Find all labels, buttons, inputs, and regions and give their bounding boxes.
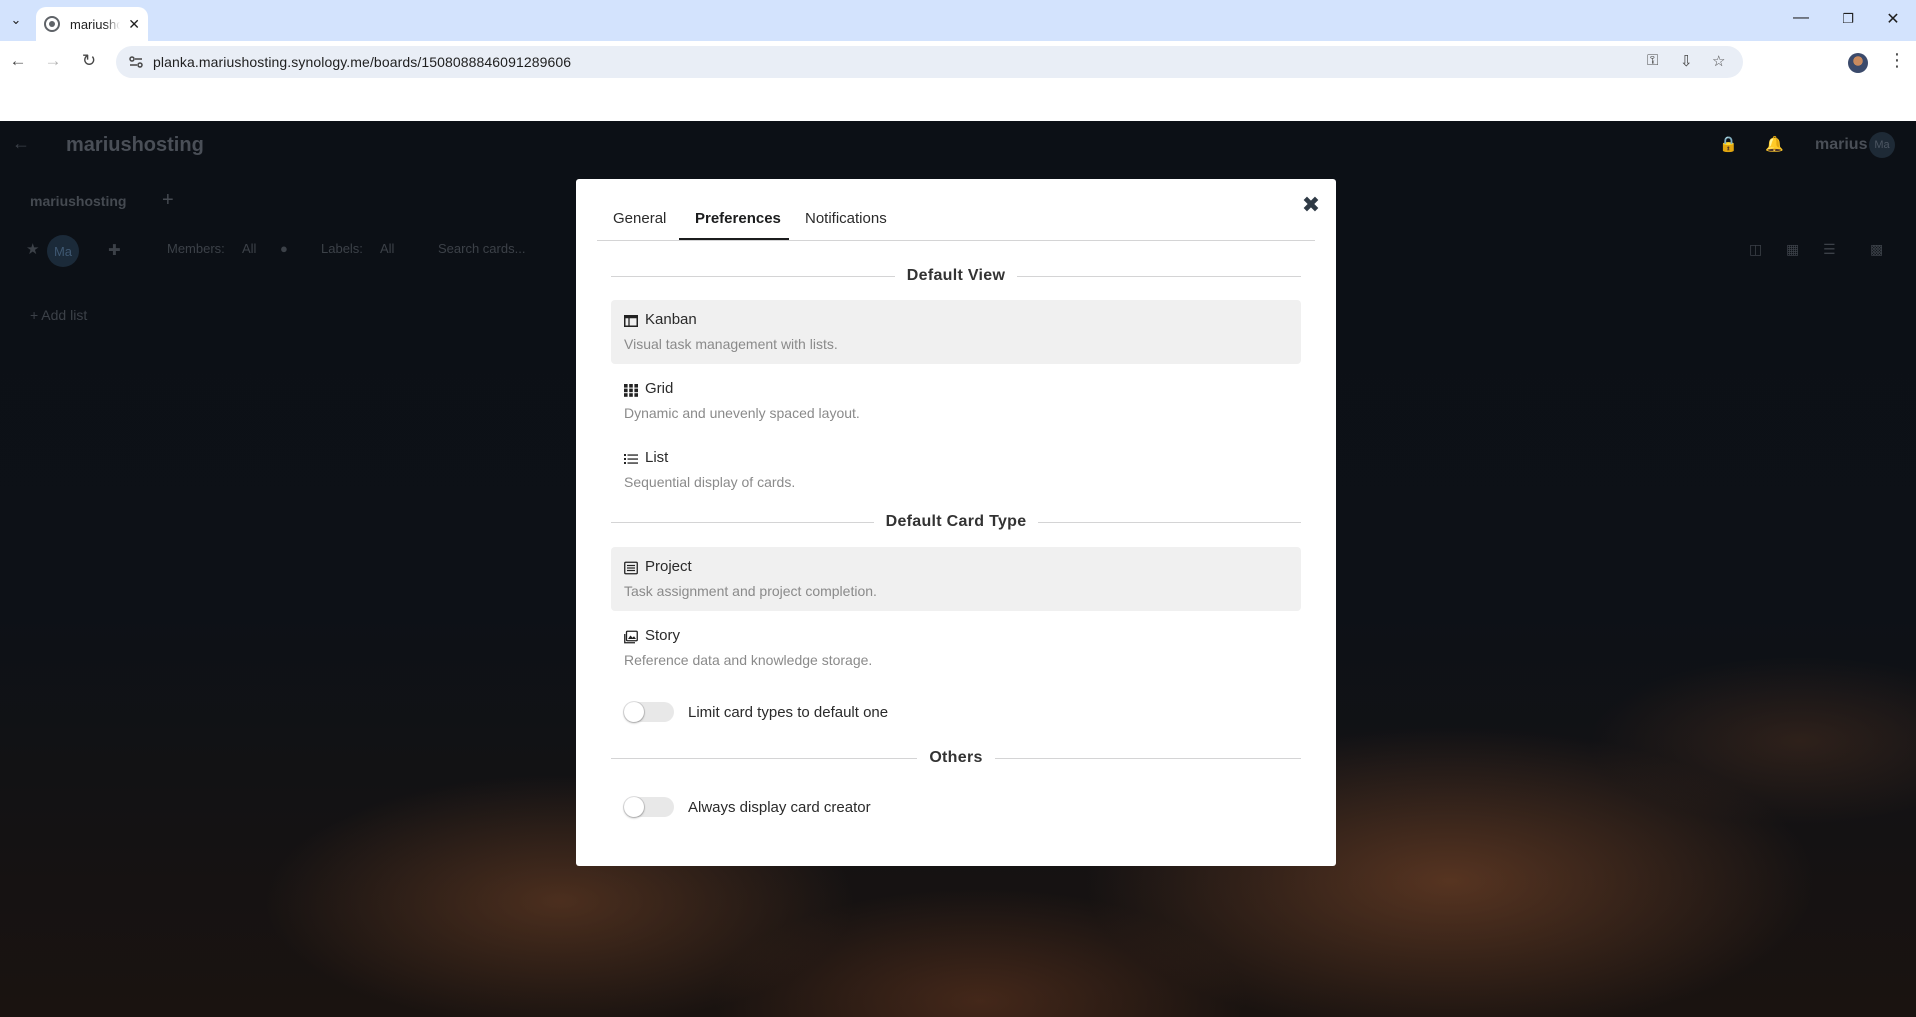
kebab-menu-icon[interactable]: ⋮: [1888, 50, 1906, 71]
option-title: Project: [645, 558, 692, 575]
toggle-label[interactable]: Limit card types to default one: [688, 704, 888, 721]
tab-search-chevron-icon[interactable]: ⌄: [4, 8, 28, 32]
section-divider-default-view: Default View: [611, 266, 1302, 286]
option-description: Sequential display of cards.: [624, 474, 796, 490]
members-filter-value[interactable]: All: [242, 241, 256, 256]
forward-arrow-icon[interactable]: →: [42, 50, 64, 72]
kanban-view-icon[interactable]: ◫: [1749, 241, 1762, 258]
project-title[interactable]: mariushosting: [66, 134, 204, 157]
add-list-button[interactable]: + Add list: [30, 307, 87, 323]
section-title: Others: [929, 749, 983, 766]
section-divider-default-card-type: Default Card Type: [611, 512, 1302, 532]
view-option-list[interactable]: List Sequential display of cards.: [611, 438, 1301, 502]
modal-tabs: General Preferences Notifications: [597, 200, 1315, 241]
install-app-icon[interactable]: ⇩: [1680, 52, 1693, 70]
list-view-icon[interactable]: ☰: [1823, 241, 1836, 258]
kanban-icon: [624, 315, 638, 327]
restore-icon[interactable]: ❐: [1836, 11, 1860, 27]
settings-icon[interactable]: ●: [280, 241, 288, 256]
card-type-option-project[interactable]: Project Task assignment and project comp…: [611, 547, 1301, 611]
browser-toolbar: ← → ↻ planka.mariushosting.synology.me/b…: [0, 41, 1916, 81]
password-key-icon[interactable]: ⚿: [1647, 52, 1658, 69]
board-tab[interactable]: mariushosting: [30, 193, 126, 209]
tab-general[interactable]: General: [613, 210, 666, 227]
profile-avatar[interactable]: [1848, 53, 1868, 73]
list-icon: [624, 454, 638, 464]
option-title: List: [645, 449, 669, 466]
archive-icon[interactable]: ▩: [1870, 241, 1883, 258]
option-description: Visual task management with lists.: [624, 336, 838, 352]
minimize-icon[interactable]: —: [1789, 9, 1813, 27]
view-option-grid[interactable]: Grid Dynamic and unevenly spaced layout.: [611, 369, 1301, 433]
address-bar[interactable]: planka.mariushosting.synology.me/boards/…: [116, 46, 1743, 78]
bookmark-star-icon[interactable]: ☆: [1712, 52, 1725, 70]
page-top-strip: [0, 81, 1916, 121]
browser-tab-strip: ⌄ mariushosting ✕ — ❐ ✕: [0, 0, 1916, 41]
avatar[interactable]: Ma: [1869, 132, 1895, 158]
search-cards-input[interactable]: Search cards...: [438, 241, 525, 256]
section-title: Default Card Type: [885, 513, 1027, 530]
add-member-icon[interactable]: ✚: [108, 241, 121, 259]
tab-preferences[interactable]: Preferences: [695, 210, 781, 227]
tab-title: mariushosting: [70, 16, 120, 32]
option-title: Kanban: [645, 311, 697, 328]
back-arrow-icon[interactable]: ←: [12, 133, 30, 154]
display-card-creator-toggle[interactable]: [624, 797, 674, 817]
member-avatar[interactable]: Ma: [47, 235, 79, 267]
limit-card-types-toggle[interactable]: [624, 702, 674, 722]
labels-filter-value[interactable]: All: [380, 241, 394, 256]
toggle-label[interactable]: Always display card creator: [688, 799, 871, 816]
option-title: Grid: [645, 380, 674, 397]
tab-notifications[interactable]: Notifications: [805, 210, 887, 227]
section-title: Default View: [906, 267, 1006, 284]
window-close-icon[interactable]: ✕: [1881, 9, 1905, 29]
globe-icon: [44, 16, 60, 32]
grid-icon: [624, 384, 638, 397]
url-text: planka.mariushosting.synology.me/boards/…: [153, 54, 572, 70]
tab-close-icon[interactable]: ✕: [128, 17, 140, 31]
story-icon: [624, 630, 638, 644]
star-icon[interactable]: ★: [26, 240, 39, 258]
add-board-plus-icon[interactable]: +: [162, 189, 174, 212]
lock-icon[interactable]: 🔒: [1719, 135, 1738, 153]
view-option-kanban[interactable]: Kanban Visual task management with lists…: [611, 300, 1301, 364]
active-tab-indicator: [679, 238, 789, 240]
option-title: Story: [645, 627, 681, 644]
members-filter-label: Members:: [167, 241, 225, 256]
user-name[interactable]: marius: [1815, 136, 1867, 154]
browser-tab[interactable]: mariushosting ✕: [36, 7, 148, 41]
site-settings-icon[interactable]: [128, 54, 144, 70]
card-type-option-story[interactable]: Story Reference data and knowledge stora…: [611, 616, 1301, 680]
reload-icon[interactable]: ↻: [78, 50, 100, 72]
labels-filter-label: Labels:: [321, 241, 363, 256]
option-description: Task assignment and project completion.: [624, 583, 877, 599]
option-description: Dynamic and unevenly spaced layout.: [624, 405, 860, 421]
option-description: Reference data and knowledge storage.: [624, 652, 873, 668]
project-icon: [624, 561, 638, 575]
section-divider-others: Others: [611, 748, 1301, 768]
back-arrow-icon[interactable]: ←: [7, 50, 29, 72]
app-header: ← mariushosting 🔒 🔔 marius Ma: [0, 121, 1916, 169]
bell-icon[interactable]: 🔔: [1765, 135, 1784, 153]
grid-view-icon[interactable]: ▦: [1786, 241, 1799, 258]
